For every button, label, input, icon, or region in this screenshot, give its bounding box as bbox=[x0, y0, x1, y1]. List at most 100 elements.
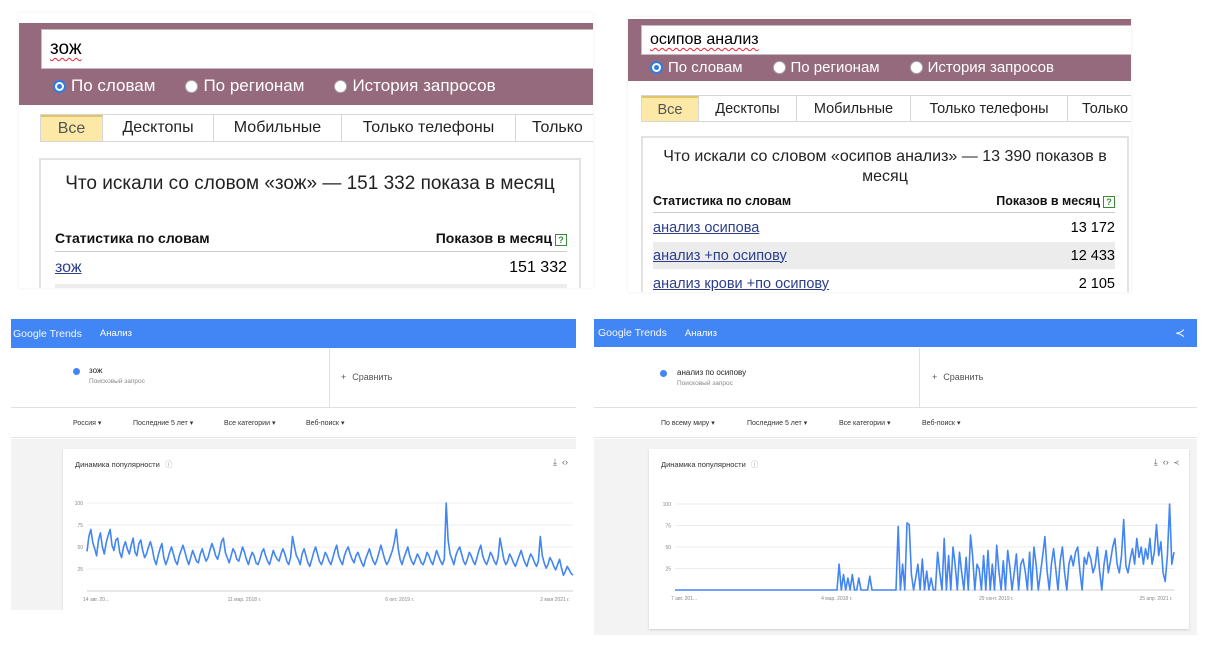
filter-label: Все категории bbox=[839, 420, 885, 427]
search-term-row: анализ по осипову Поисковый запрос + Срав… bbox=[594, 348, 1197, 408]
radio-label: По словам bbox=[668, 59, 743, 76]
search-input[interactable]: осипов анализ bbox=[641, 25, 1131, 55]
filter-category[interactable]: Все категории ▾ bbox=[839, 419, 890, 427]
tab-mobile[interactable]: Мобильные bbox=[214, 115, 342, 141]
x-tick-label: 2 мая 2021 г. bbox=[540, 597, 570, 603]
y-tick-label: 75 bbox=[77, 523, 83, 529]
tab-phones-only[interactable]: Только телефоны bbox=[342, 115, 516, 141]
filter-label: Россия bbox=[73, 420, 96, 427]
search-mode-radios: По словам По регионам История запросов bbox=[650, 59, 1084, 76]
radio-by-regions[interactable]: По регионам bbox=[772, 59, 880, 76]
filter-bar: По всему миру ▾ Последние 5 лет ▾ Все ка… bbox=[594, 408, 1197, 438]
plus-icon: + bbox=[341, 372, 347, 382]
divider bbox=[919, 348, 920, 407]
tab-mobile[interactable]: Мобильные bbox=[797, 96, 911, 121]
filter-region[interactable]: Россия ▾ bbox=[73, 419, 101, 427]
radio-label: По регионам bbox=[790, 59, 880, 76]
filter-label: Веб-поиск bbox=[922, 420, 955, 427]
device-tabs: Все Десктопы Мобильные Только телефоны Т… bbox=[641, 95, 1131, 122]
filter-search-type[interactable]: Веб-поиск ▾ bbox=[922, 419, 960, 427]
tab-phones-only[interactable]: Только телефоны bbox=[911, 96, 1068, 121]
y-tick-label: 100 bbox=[663, 502, 672, 508]
filter-period[interactable]: Последние 5 лет ▾ bbox=[747, 419, 807, 427]
wordstat-panel-right: осипов анализ По словам По регионам Исто… bbox=[628, 17, 1131, 292]
filter-label: Все категории bbox=[224, 420, 270, 427]
filter-search-type[interactable]: Веб-поиск ▾ bbox=[306, 419, 344, 427]
table-row: анализ +по осипову 12 433 bbox=[653, 242, 1115, 269]
tab-other[interactable]: Только bbox=[516, 115, 593, 141]
dropdown-arrow-icon: ▾ bbox=[956, 420, 961, 427]
series-color-dot bbox=[73, 368, 80, 375]
interest-card: Динамика популярности ⓘ ⤓ ‹› 100 75 50 25 14… bbox=[63, 449, 576, 610]
phrase-link[interactable]: анализ +по осипову bbox=[653, 248, 787, 264]
radio-history[interactable]: История запросов bbox=[909, 59, 1054, 76]
radio-label: По регионам bbox=[203, 76, 305, 95]
search-input[interactable]: зож bbox=[41, 29, 593, 69]
tab-other[interactable]: Только bbox=[1068, 96, 1131, 121]
search-term-row: зож Поисковый запрос + Сравнить bbox=[11, 348, 576, 408]
radio-selected-icon bbox=[650, 61, 663, 74]
row-count: 151 332 bbox=[509, 259, 567, 276]
filter-region[interactable]: По всему миру ▾ bbox=[661, 419, 715, 427]
plus-icon: + bbox=[932, 372, 938, 382]
stats-title: Что искали со словом «зож» — 151 332 пок… bbox=[65, 173, 555, 194]
interest-card: Динамика популярности ⓘ ⤓ ‹› ≺ 100 75 50 25… bbox=[649, 449, 1189, 629]
table-row: анализ крови +по осипову 2 105 bbox=[653, 271, 1115, 292]
share-icon[interactable]: ≺ bbox=[1175, 326, 1185, 340]
help-icon[interactable]: ? bbox=[1103, 196, 1115, 208]
filter-label: Последние 5 лет bbox=[747, 420, 802, 427]
search-mode-radios: По словам По регионам История запросов bbox=[53, 76, 526, 96]
radio-label: По словам bbox=[71, 76, 156, 95]
y-tick-label: 25 bbox=[77, 567, 83, 573]
radio-by-words[interactable]: По словам bbox=[53, 76, 155, 96]
compare-label: Сравнить bbox=[352, 372, 393, 382]
dropdown-arrow-icon: ▾ bbox=[803, 420, 808, 427]
dropdown-arrow-icon: ▾ bbox=[340, 420, 345, 427]
compare-button[interactable]: + Сравнить bbox=[341, 372, 392, 382]
tab-all[interactable]: Все bbox=[41, 115, 103, 141]
google-trends-logo[interactable]: Google Trends bbox=[598, 327, 667, 339]
help-icon[interactable]: ? bbox=[555, 234, 567, 246]
column-shows-label: Показов в месяц bbox=[435, 230, 552, 246]
column-shows: Показов в месяц? bbox=[996, 194, 1115, 212]
dropdown-arrow-icon: ▾ bbox=[711, 420, 715, 427]
table-row bbox=[55, 284, 567, 288]
row-count: 2 105 bbox=[1078, 275, 1115, 292]
tab-desktops[interactable]: Десктопы bbox=[103, 115, 214, 141]
wordstat-panel-left: зож По словам По регионам История запрос… bbox=[19, 13, 593, 288]
search-query: осипов анализ bbox=[650, 31, 759, 48]
filter-bar: Россия ▾ Последние 5 лет ▾ Все категории… bbox=[11, 408, 576, 438]
phrase-link[interactable]: анализ крови +по осипову bbox=[653, 276, 829, 292]
google-trends-logo[interactable]: Google Trends bbox=[13, 328, 82, 340]
series-color-dot bbox=[660, 370, 667, 377]
radio-by-words[interactable]: По словам bbox=[650, 59, 743, 76]
dropdown-arrow-icon: ▾ bbox=[271, 420, 276, 427]
term-type: Поисковый запрос bbox=[677, 380, 733, 387]
stats-header: Статистика по словам Показов в месяц? bbox=[55, 230, 567, 252]
radio-history[interactable]: История запросов bbox=[334, 76, 496, 96]
filter-period[interactable]: Последние 5 лет ▾ bbox=[133, 419, 193, 427]
stats-box: Что искали со словом «зож» — 151 332 пок… bbox=[39, 158, 581, 288]
divider bbox=[329, 348, 330, 407]
term-name[interactable]: анализ по осипову bbox=[677, 368, 746, 377]
radio-icon bbox=[334, 79, 348, 93]
dropdown-arrow-icon: ▾ bbox=[886, 420, 891, 427]
section-title: Анализ bbox=[99, 328, 132, 339]
search-bar: осипов анализ По словам По регионам Исто… bbox=[628, 19, 1131, 81]
row-count: 12 433 bbox=[1070, 247, 1115, 264]
section-title: Анализ bbox=[684, 327, 717, 339]
tab-all[interactable]: Все bbox=[642, 96, 699, 121]
y-tick-label: 25 bbox=[665, 567, 671, 573]
filter-category[interactable]: Все категории ▾ bbox=[224, 419, 275, 427]
tab-desktops[interactable]: Десктопы bbox=[699, 96, 797, 121]
column-shows: Показов в месяц? bbox=[436, 230, 567, 251]
compare-button[interactable]: + Сравнить bbox=[932, 372, 983, 382]
term-name[interactable]: зож bbox=[89, 366, 102, 375]
filter-label: Веб-поиск bbox=[306, 420, 339, 427]
y-tick-label: 100 bbox=[75, 501, 84, 507]
phrase-link[interactable]: анализ осипова bbox=[653, 220, 759, 236]
radio-by-regions[interactable]: По регионам bbox=[185, 76, 304, 96]
trends-header: Google Trends Анализ bbox=[11, 319, 576, 348]
phrase-link[interactable]: зож bbox=[55, 259, 82, 277]
filter-label: По всему миру bbox=[661, 420, 710, 427]
